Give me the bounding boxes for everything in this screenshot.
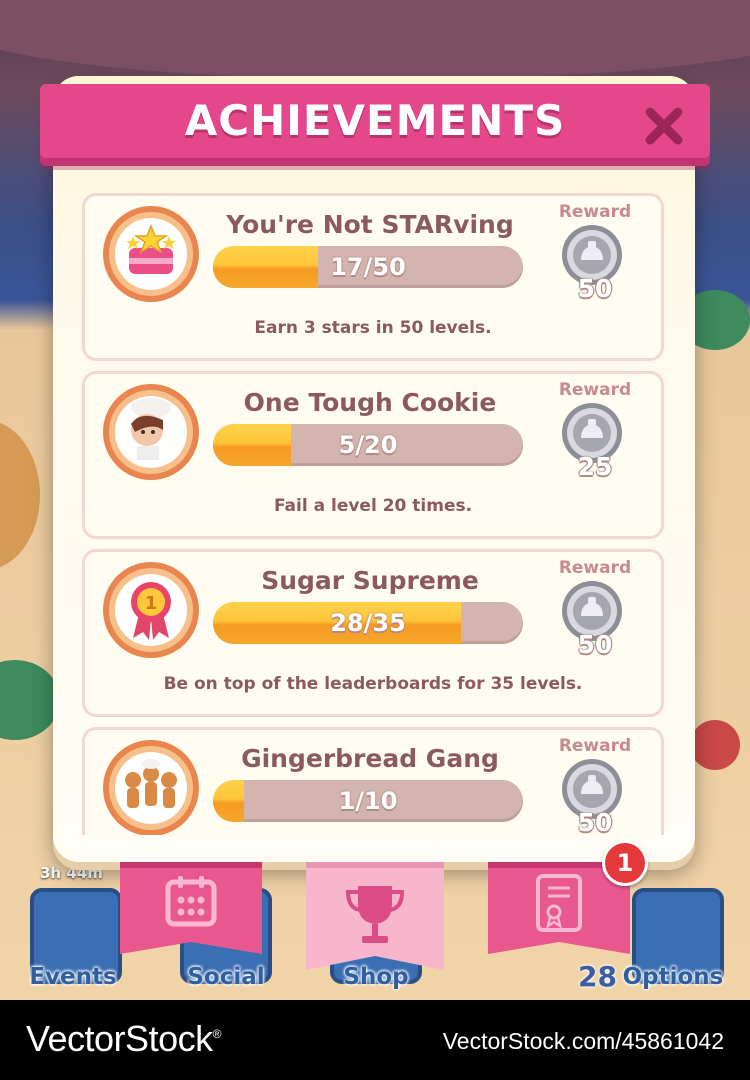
cake-decoration [0,420,40,570]
achievement-description: Be on top of the leaderboards for 35 lev… [163,674,583,694]
reward-amount: 50 [577,630,613,659]
wood-frame-decoration [0,0,750,80]
svg-text:1: 1 [145,593,158,614]
achievement-title: One Tough Cookie [243,388,497,417]
first-place-ribbon-icon: 1 [103,562,199,658]
achievement-title: You're Not STARving [226,210,514,239]
notification-badge: 1 [602,840,648,886]
progress-bar: 28/35 [213,602,523,644]
achievement-title: Sugar Supreme [261,566,479,595]
close-icon [645,107,683,145]
progress-bar: 17/50 [213,246,523,288]
achievement-card: 1 Sugar Supreme 28/35 Be on top of the l… [82,549,664,717]
achievement-title: Gingerbread Gang [241,744,499,773]
event-timer: 3h 44m [40,864,103,882]
achievement-description: Fail a level 20 times. [273,496,473,516]
progress-text: 1/10 [338,787,398,815]
reward-amount: 50 [577,274,613,303]
level-number: 28 [578,960,617,993]
progress-bar: 5/20 [213,424,523,466]
social-label: Social [187,964,265,990]
tree-decoration [0,660,60,740]
watermark-id: VectorStock.com/45861042 [442,1028,724,1054]
achievement-card: Gingerbread Gang 1/10 Reward 50 [82,727,664,835]
achievement-list[interactable]: You're Not STARving 17/50 Earn 3 stars i… [82,193,664,835]
chef-icon [103,384,199,480]
progress-text: 5/20 [338,431,398,459]
trophy-icon [345,886,405,943]
progress-text: 17/50 [330,253,406,281]
star-cake-icon [103,206,199,302]
watermark-brand: VectorStock® [26,1018,221,1059]
progress-text: 28/35 [330,609,406,637]
calendar-icon [165,876,217,927]
reward-amount: 50 [577,808,613,835]
tab-events-calendar[interactable] [120,862,262,958]
achievement-card: You're Not STARving 17/50 Earn 3 stars i… [82,193,664,361]
achievement-description: Earn 3 stars in 50 levels. [254,318,492,338]
dialog-title: ACHIEVEMENTS [184,96,566,145]
progress-bar: 1/10 [213,780,523,822]
gingerbread-men-icon [103,740,199,835]
close-button[interactable] [638,100,690,152]
tab-achievements[interactable] [306,862,444,974]
events-label: Events [29,964,117,990]
reward-label: Reward [558,736,632,756]
reward-label: Reward [558,558,632,578]
achievement-card: One Tough Cookie 5/20 Fail a level 20 ti… [82,371,664,539]
reward-label: Reward [558,380,632,400]
candy-decoration [690,720,740,770]
certificate-icon [536,874,582,932]
options-label: Options [622,964,724,990]
reward-label: Reward [558,202,632,222]
reward-amount: 25 [577,452,613,481]
